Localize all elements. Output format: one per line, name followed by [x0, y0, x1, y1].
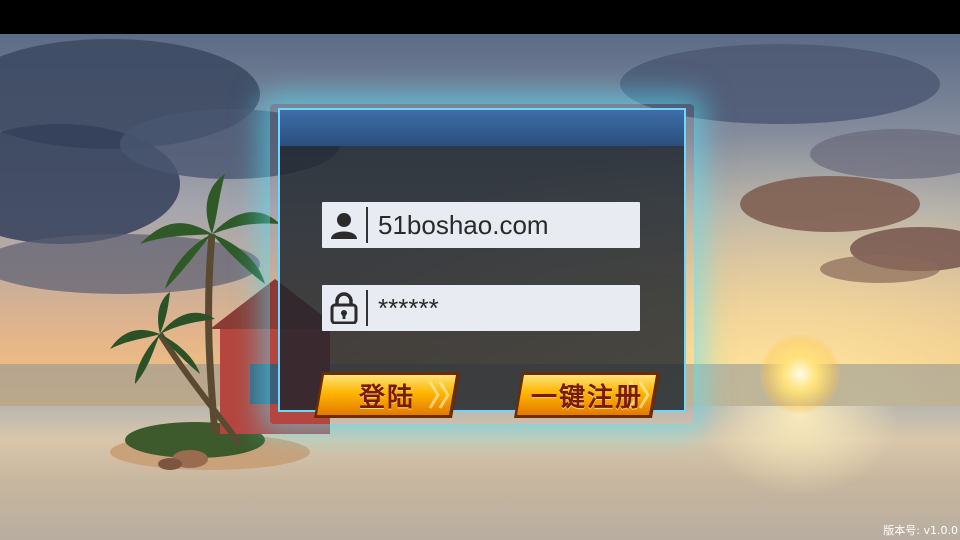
username-input[interactable]: 51boshao.com — [368, 210, 640, 241]
password-input[interactable]: ****** — [368, 293, 640, 324]
register-button-label: 一键注册 — [530, 382, 643, 413]
top-black-bar — [0, 0, 960, 34]
login-dialog: 51boshao.com ****** 登陆 一键注册 — [278, 108, 686, 418]
user-icon — [322, 202, 366, 248]
password-field[interactable]: ****** — [322, 285, 640, 331]
version-label: 版本号: v1.0.0 — [883, 524, 958, 537]
dialog-header — [280, 110, 684, 146]
login-button[interactable]: 登陆 — [312, 370, 462, 420]
register-button[interactable]: 一键注册 — [512, 370, 662, 420]
login-button-label: 登陆 — [358, 382, 415, 413]
username-field[interactable]: 51boshao.com — [322, 202, 640, 248]
sun — [760, 334, 840, 414]
sun-glint — [700, 406, 900, 496]
lock-icon — [322, 285, 366, 331]
